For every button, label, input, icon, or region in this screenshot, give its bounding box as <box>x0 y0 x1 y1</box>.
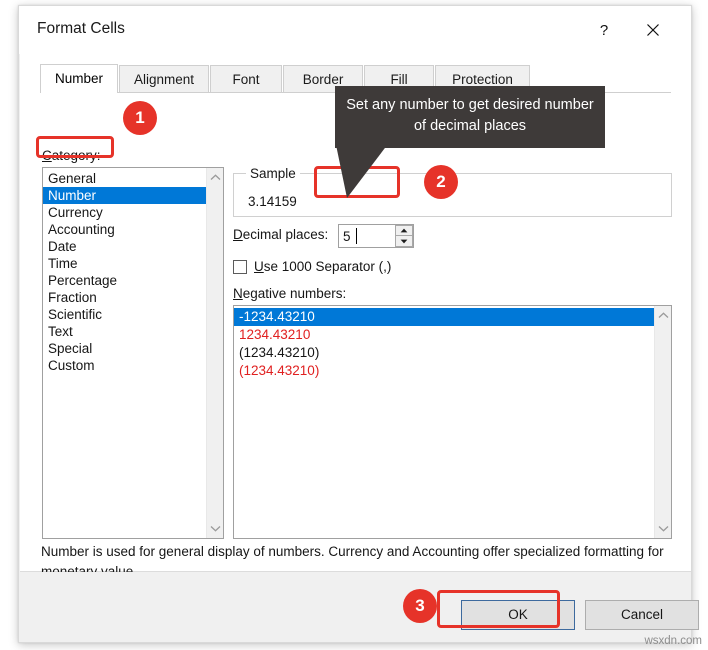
negative-numbers-listbox[interactable]: -1234.43210 1234.43210 (1234.43210) (123… <box>233 305 672 539</box>
tab-number[interactable]: Number <box>40 64 119 93</box>
category-item-special[interactable]: Special <box>43 340 206 357</box>
negative-item-0[interactable]: -1234.43210 <box>234 308 654 326</box>
category-label: Category: <box>42 148 101 163</box>
scroll-up-icon[interactable] <box>207 169 223 186</box>
stepper-up-button[interactable] <box>395 225 413 236</box>
category-item-number[interactable]: Number <box>43 187 206 204</box>
annotation-badge-2: 2 <box>424 165 458 199</box>
category-item-custom[interactable]: Custom <box>43 357 206 374</box>
sample-value: 3.14159 <box>248 194 297 209</box>
scroll-down-icon[interactable] <box>655 520 671 537</box>
category-item-currency[interactable]: Currency <box>43 204 206 221</box>
category-scrollbar[interactable] <box>206 168 223 538</box>
sample-legend: Sample <box>246 166 300 181</box>
svg-text:?: ? <box>600 22 608 38</box>
dialog-footer: OK Cancel <box>20 572 699 642</box>
negative-item-1[interactable]: 1234.43210 <box>234 326 654 344</box>
category-item-date[interactable]: Date <box>43 238 206 255</box>
scroll-up-icon[interactable] <box>655 307 671 324</box>
negative-item-3[interactable]: (1234.43210) <box>234 362 654 380</box>
help-button[interactable]: ? <box>584 14 624 46</box>
use-1000-separator-label: Use 1000 Separator (,) <box>254 259 392 274</box>
category-item-text[interactable]: Text <box>43 323 206 340</box>
negative-numbers-item-list: -1234.43210 1234.43210 (1234.43210) (123… <box>234 308 654 380</box>
category-item-list: General Number Currency Accounting Date … <box>43 170 206 374</box>
category-item-time[interactable]: Time <box>43 255 206 272</box>
category-listbox[interactable]: General Number Currency Accounting Date … <box>42 167 224 539</box>
decimal-places-label: Decimal places: <box>233 227 329 242</box>
decimal-places-stepper[interactable] <box>395 225 413 247</box>
dialog-titlebar: Format Cells ? <box>19 6 691 54</box>
category-item-fraction[interactable]: Fraction <box>43 289 206 306</box>
negative-item-2[interactable]: (1234.43210) <box>234 344 654 362</box>
triangle-down-icon <box>400 239 408 243</box>
tab-font[interactable]: Font <box>210 65 283 92</box>
annotation-badge-3: 3 <box>403 589 437 623</box>
question-mark-icon: ? <box>600 22 608 38</box>
scroll-down-icon[interactable] <box>207 520 223 537</box>
close-x-icon <box>647 24 659 36</box>
close-button[interactable] <box>633 14 673 46</box>
triangle-up-icon <box>400 228 408 233</box>
negative-numbers-label: Negative numbers: <box>233 286 347 301</box>
annotation-badge-1: 1 <box>123 101 157 135</box>
use-1000-separator-checkbox[interactable] <box>233 259 247 274</box>
decimal-places-field[interactable] <box>338 224 414 248</box>
dialog-title: Format Cells <box>37 20 125 37</box>
cancel-button[interactable]: Cancel <box>585 600 699 630</box>
watermark: wsxdn.com <box>644 635 702 647</box>
category-item-general[interactable]: General <box>43 170 206 187</box>
decimal-places-input[interactable] <box>339 225 395 247</box>
stepper-down-button[interactable] <box>395 236 413 247</box>
category-item-scientific[interactable]: Scientific <box>43 306 206 323</box>
ok-button[interactable]: OK <box>461 600 575 630</box>
text-cursor <box>356 228 357 244</box>
tab-alignment[interactable]: Alignment <box>119 65 210 92</box>
use-1000-separator-row[interactable]: Use 1000 Separator (,) <box>233 259 391 274</box>
category-item-accounting[interactable]: Accounting <box>43 221 206 238</box>
negative-numbers-scrollbar[interactable] <box>654 306 671 538</box>
category-item-percentage[interactable]: Percentage <box>43 272 206 289</box>
callout-tooltip: Set any number to get desired number of … <box>335 86 605 148</box>
category-label-rest: ategory: <box>51 148 101 163</box>
